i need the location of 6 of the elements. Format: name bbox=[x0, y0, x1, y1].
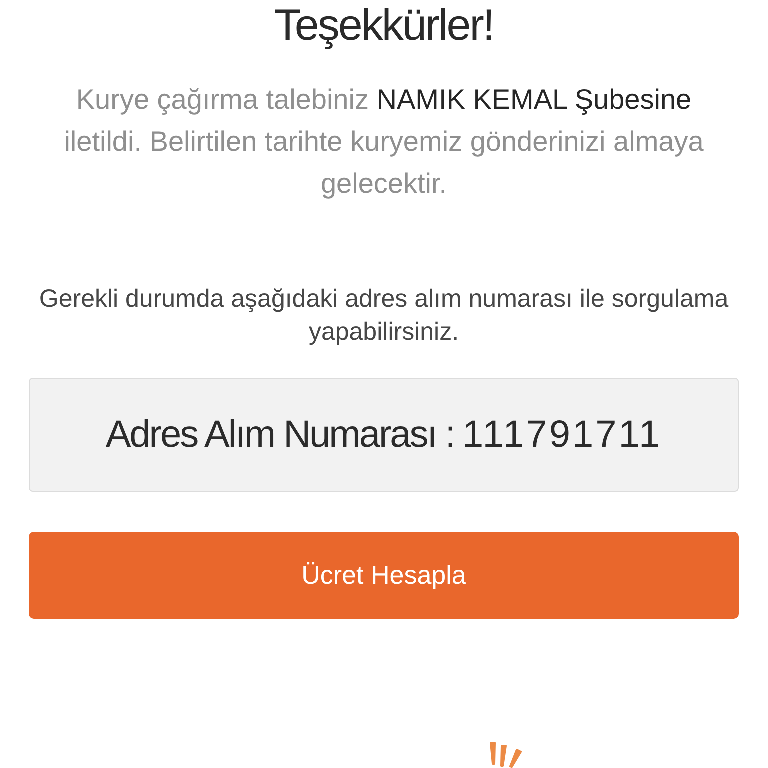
confirmation-message: Kurye çağırma talebiniz NAMIK KEMAL Şubesine iletildi. Belirtilen tarihte kuryemiz gönderinizi almaya gelecektir. bbox=[63, 83, 705, 201]
address-number-label: Adres Alım Numarası : bbox=[106, 414, 454, 456]
address-number-value: 111791711 bbox=[462, 414, 662, 456]
page-title: Teşekkürler! bbox=[274, 0, 494, 52]
calculate-fee-button[interactable]: Ücret Hesapla bbox=[29, 532, 739, 619]
info-text: Gerekli durumda aşağıdaki adres alım numarası ile sorgulama yapabilirsiniz. bbox=[38, 284, 730, 348]
